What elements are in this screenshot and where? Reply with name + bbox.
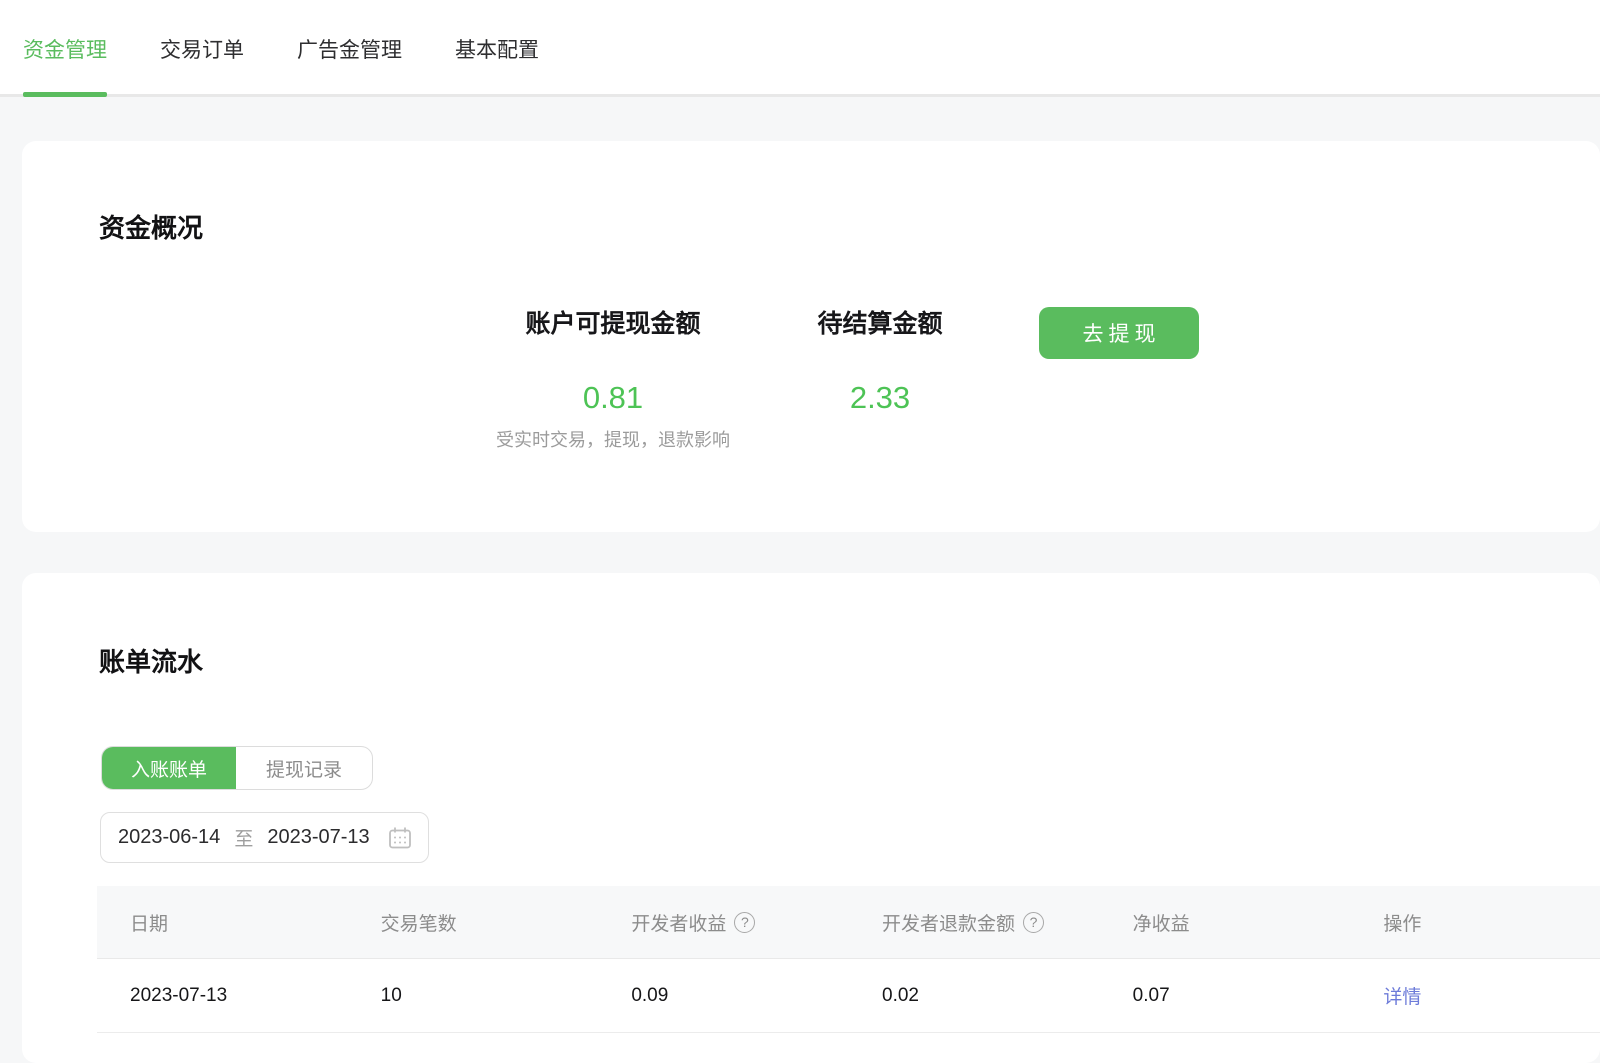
- column-header-developer-refund-label: 开发者退款金额: [882, 909, 1015, 936]
- withdraw-button[interactable]: 去提现: [1039, 307, 1199, 359]
- funds-stats-row: 账户可提现金额 0.81 受实时交易，提现，退款影响 待结算金额 2.33 去提…: [99, 309, 1600, 452]
- pending-settlement-value: 2.33: [800, 380, 960, 416]
- row-actions: 详情: [1350, 982, 1600, 1009]
- row-transaction-count: 10: [348, 985, 599, 1007]
- row-developer-income: 0.09: [598, 985, 849, 1007]
- column-header-net-income: 净收益: [1100, 909, 1351, 936]
- column-header-transaction-count-label: 交易笔数: [381, 909, 457, 936]
- billing-card: 账单流水 入账账单 提现记录 2023-06-14 至 2023-07-13: [22, 573, 1600, 1063]
- pending-settlement-stat: 待结算金额 2.33: [800, 309, 960, 416]
- column-header-actions-label: 操作: [1383, 909, 1421, 936]
- date-range-end[interactable]: 2023-07-13: [267, 826, 369, 849]
- funds-overview-card: 资金概况 账户可提现金额 0.81 受实时交易，提现，退款影响 待结算金额 2.…: [22, 141, 1600, 532]
- detail-link[interactable]: 详情: [1383, 987, 1421, 1008]
- bill-type-toggle: 入账账单 提现记录: [101, 746, 373, 790]
- tab-funds-management[interactable]: 资金管理: [23, 0, 107, 97]
- tab-ad-funds-management[interactable]: 广告金管理: [297, 0, 402, 97]
- row-date: 2023-07-13: [97, 985, 348, 1007]
- toggle-incoming-bills[interactable]: 入账账单: [102, 747, 236, 789]
- row-net-income: 0.07: [1100, 985, 1351, 1007]
- date-range-start[interactable]: 2023-06-14: [118, 826, 220, 849]
- calendar-icon[interactable]: [387, 825, 413, 851]
- withdrawable-amount-label: 账户可提现金额: [483, 309, 743, 339]
- billing-title: 账单流水: [99, 647, 1600, 678]
- column-header-developer-income: 开发者收益 ?: [598, 909, 849, 936]
- column-header-actions: 操作: [1350, 909, 1600, 936]
- date-range-picker[interactable]: 2023-06-14 至 2023-07-13: [100, 812, 429, 863]
- column-header-date-label: 日期: [130, 909, 168, 936]
- column-header-developer-income-label: 开发者收益: [631, 909, 726, 936]
- column-header-developer-refund: 开发者退款金额 ?: [849, 909, 1100, 936]
- column-header-transaction-count: 交易笔数: [348, 909, 599, 936]
- date-range-separator: 至: [234, 824, 253, 851]
- developer-refund-help-icon[interactable]: ?: [1023, 912, 1044, 933]
- funds-overview-title: 资金概况: [99, 213, 1600, 244]
- tab-transaction-orders[interactable]: 交易订单: [160, 0, 244, 97]
- pending-settlement-label: 待结算金额: [800, 309, 960, 339]
- bills-table: 日期 交易笔数 开发者收益 ? 开发者退款金额 ? 净收益 操作 2023-07…: [97, 886, 1600, 1033]
- withdrawable-amount-note: 受实时交易，提现，退款影响: [483, 426, 743, 452]
- withdrawable-amount-value: 0.81: [483, 380, 743, 416]
- developer-income-help-icon[interactable]: ?: [734, 912, 755, 933]
- toggle-withdrawal-records[interactable]: 提现记录: [236, 747, 372, 789]
- table-row: 2023-07-13 10 0.09 0.02 0.07 详情: [97, 959, 1600, 1033]
- column-header-net-income-label: 净收益: [1133, 909, 1190, 936]
- tab-basic-config[interactable]: 基本配置: [455, 0, 539, 97]
- bills-table-header: 日期 交易笔数 开发者收益 ? 开发者退款金额 ? 净收益 操作: [97, 886, 1600, 959]
- row-developer-refund: 0.02: [849, 985, 1100, 1007]
- withdrawable-amount-stat: 账户可提现金额 0.81 受实时交易，提现，退款影响: [483, 309, 743, 452]
- column-header-date: 日期: [97, 909, 348, 936]
- top-tab-bar: 资金管理 交易订单 广告金管理 基本配置: [0, 0, 1600, 97]
